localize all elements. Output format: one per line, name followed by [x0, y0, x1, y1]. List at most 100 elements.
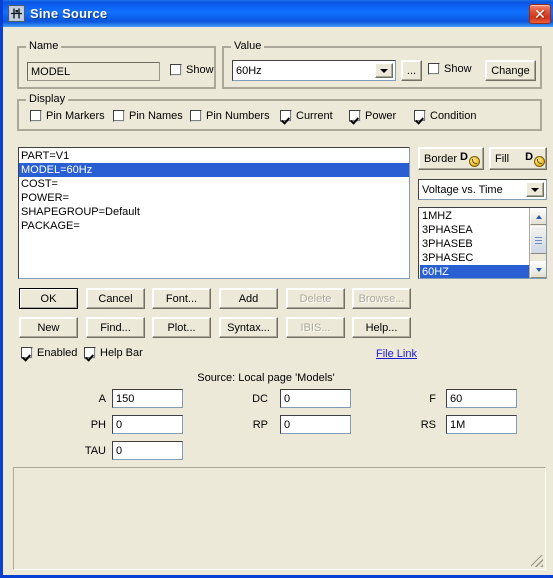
dialog-client-area: Name Show Value 60Hz ... Show	[6, 27, 553, 575]
find-button[interactable]: Find...	[86, 317, 145, 338]
checkbox-current[interactable]: Current	[280, 110, 333, 122]
grip-icon	[535, 236, 542, 244]
title-bar[interactable]: Sine Source ✕	[3, 0, 553, 27]
chevron-up-icon	[535, 214, 542, 219]
cancel-button[interactable]: Cancel	[86, 288, 145, 309]
checkbox-pin-numbers-label: Pin Numbers	[206, 110, 270, 122]
delete-button: Delete	[286, 288, 345, 309]
checkbox-power[interactable]: Power	[349, 110, 396, 122]
file-link[interactable]: File Link	[376, 348, 417, 360]
list-item[interactable]: 3PHASEB	[420, 237, 529, 251]
border-button-label: Border	[424, 152, 458, 165]
chevron-down-icon	[531, 187, 539, 192]
ok-button[interactable]: OK	[19, 288, 78, 309]
name-show-checkbox[interactable]: Show	[170, 64, 214, 76]
add-button[interactable]: Add	[219, 288, 278, 309]
close-button[interactable]: ✕	[529, 3, 551, 24]
name-show-checkbox-box	[170, 64, 182, 76]
checkbox-current-box	[280, 110, 292, 122]
resize-grip-icon[interactable]	[531, 555, 543, 567]
checkbox-power-label: Power	[365, 110, 397, 122]
syntax-button-label: Syntax...	[227, 321, 270, 334]
change-button[interactable]: Change	[485, 60, 536, 81]
param-input-f[interactable]	[446, 389, 517, 408]
ibis-button: IBIS...	[286, 317, 345, 338]
param-input-dc[interactable]	[280, 389, 351, 408]
list-item[interactable]: 60HZ	[420, 265, 529, 278]
fill-button[interactable]: Fill D	[489, 147, 547, 170]
browse-button: Browse...	[352, 288, 411, 309]
value-show-checkbox[interactable]: Show	[428, 63, 472, 75]
value-combobox-text: 60Hz	[236, 64, 262, 77]
enabled-checkbox-label: Enabled	[37, 347, 78, 359]
font-button-label: Font...	[165, 292, 198, 305]
font-button[interactable]: Font...	[152, 288, 211, 309]
param-label-a: A	[98, 393, 106, 405]
list-item[interactable]: SHAPEGROUP=Default	[19, 205, 409, 219]
model-list-scrollbar[interactable]	[529, 208, 546, 278]
enabled-checkbox[interactable]: Enabled	[21, 347, 77, 359]
checkbox-pin-numbers[interactable]: Pin Numbers	[190, 110, 270, 122]
source-caption: Source: Local page 'Models'	[197, 372, 335, 384]
checkbox-pin-markers-box	[30, 110, 42, 122]
plot-button[interactable]: Plot...	[152, 317, 211, 338]
window-title: Sine Source	[30, 6, 108, 21]
attributes-listbox[interactable]: PART=V1 MODEL=60Hz COST= POWER= SHAPEGRO…	[18, 147, 410, 279]
name-group: Name Show	[17, 40, 216, 89]
value-browse-button[interactable]: ...	[401, 60, 422, 81]
param-label-tau: TAU	[84, 445, 106, 457]
syntax-button[interactable]: Syntax...	[219, 317, 278, 338]
list-item[interactable]: POWER=	[19, 191, 409, 205]
ibis-button-label: IBIS...	[300, 321, 331, 334]
value-group: Value 60Hz ... Show Change	[222, 40, 542, 89]
param-input-rp[interactable]	[280, 415, 351, 434]
list-item[interactable]: PART=V1	[19, 149, 409, 163]
close-icon: ✕	[534, 5, 546, 22]
fill-button-label: Fill	[495, 152, 510, 165]
list-item[interactable]: 3PHASEC	[420, 251, 529, 265]
param-label-rs: RS	[420, 419, 436, 431]
checkbox-pin-markers[interactable]: Pin Markers	[30, 110, 105, 122]
cancel-button-label: Cancel	[98, 292, 133, 305]
sine-source-dialog: Sine Source ✕ Name Show Value 60Hz	[0, 0, 553, 578]
param-input-ph[interactable]	[112, 415, 183, 434]
name-show-label: Show	[186, 64, 214, 76]
help-button[interactable]: Help...	[352, 317, 411, 338]
model-listbox[interactable]: 1MHZ 3PHASEA 3PHASEB 3PHASEC 60HZ	[418, 207, 547, 279]
list-item[interactable]: PACKAGE=	[19, 219, 409, 233]
param-input-tau[interactable]	[112, 441, 183, 460]
plot-type-combobox[interactable]: Voltage vs. Time	[418, 179, 547, 200]
list-item[interactable]: MODEL=60Hz	[19, 163, 409, 177]
new-button[interactable]: New	[19, 317, 78, 338]
checkbox-pin-names[interactable]: Pin Names	[113, 110, 183, 122]
value-combobox-arrow[interactable]	[375, 63, 393, 78]
param-input-rs[interactable]	[446, 415, 517, 434]
name-input[interactable]	[27, 62, 160, 81]
checkbox-pin-names-label: Pin Names	[129, 110, 183, 122]
plot-type-arrow[interactable]	[526, 182, 544, 197]
list-item[interactable]: 3PHASEA	[420, 223, 529, 237]
scroll-thumb[interactable]	[530, 226, 546, 254]
display-group: Display Pin Markers Pin Names Pin Number…	[17, 93, 542, 131]
checkbox-condition-box	[414, 110, 426, 122]
value-combobox[interactable]: 60Hz	[232, 60, 396, 81]
scroll-down-button[interactable]	[530, 261, 546, 278]
dropdown-palette-icon: D	[525, 151, 546, 167]
chevron-down-icon	[380, 68, 388, 73]
param-input-a[interactable]	[112, 389, 183, 408]
border-button[interactable]: Border D	[418, 147, 484, 170]
list-item[interactable]: COST=	[19, 177, 409, 191]
value-group-legend: Value	[231, 40, 265, 52]
new-button-label: New	[37, 321, 60, 334]
list-item[interactable]: 1MHZ	[420, 209, 529, 223]
checkbox-power-box	[349, 110, 361, 122]
param-label-f: F	[429, 393, 436, 405]
help-bar-checkbox-box	[84, 347, 96, 359]
scroll-up-button[interactable]	[530, 208, 546, 225]
param-label-rp: RP	[252, 419, 268, 431]
help-bar-checkbox[interactable]: Help Bar	[84, 347, 143, 359]
change-button-label: Change	[491, 64, 530, 77]
checkbox-condition[interactable]: Condition	[414, 110, 476, 122]
display-group-legend: Display	[26, 93, 69, 105]
dropdown-palette-icon: D	[460, 151, 481, 167]
